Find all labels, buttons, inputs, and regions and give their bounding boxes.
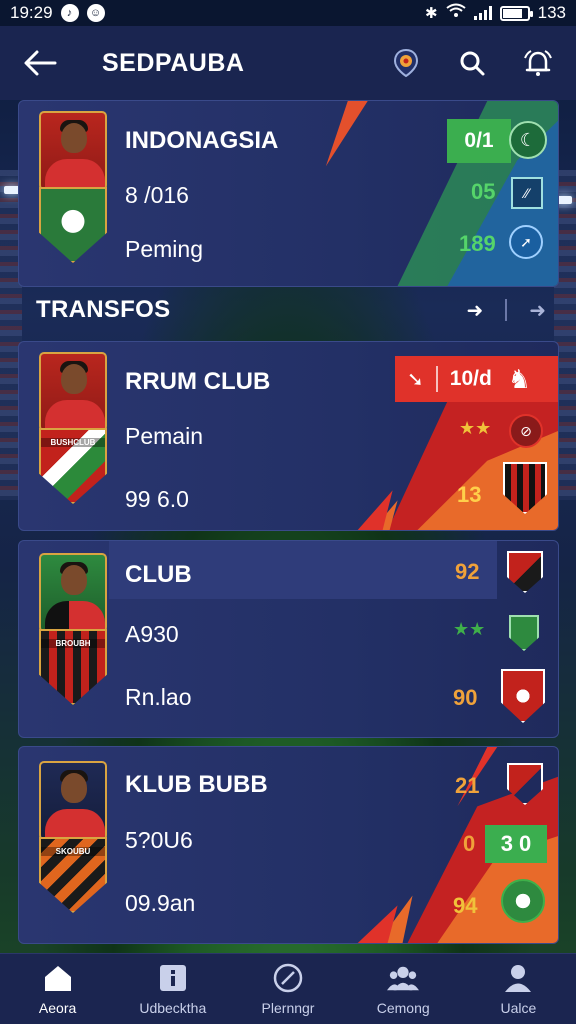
club-crest-mini-icon <box>509 615 539 651</box>
profile-icon <box>502 962 534 994</box>
horse-icon: ♞ <box>507 363 532 394</box>
player-portrait <box>39 352 107 434</box>
stat-value: 13 <box>457 482 482 507</box>
tab-label: Cemong <box>376 1000 430 1016</box>
tab-planning[interactable]: Plernngr <box>230 954 345 1024</box>
status-time: 19:29 <box>10 3 53 22</box>
club-crest-mini-icon <box>501 879 545 923</box>
stars-icon: ★★ <box>453 619 486 639</box>
search-button[interactable] <box>454 45 490 81</box>
tab-home[interactable]: Aeora <box>0 954 115 1024</box>
status-bar: 19:29 ♪ ☺ ✱ 133 <box>0 0 576 26</box>
player-code: 5?0U6 <box>125 827 193 853</box>
tab-label: Ualce <box>500 1000 537 1016</box>
transfer-card[interactable]: BROUBH CLUB A930 Rn.lao 92 ★★ 90 <box>18 540 559 738</box>
club-crest <box>39 187 107 263</box>
club-name: CLUB <box>125 561 192 588</box>
featured-player-card[interactable]: INDONAGSIA 8 /016 Peming 0/1 ☾ 05 ⁄⁄ 189… <box>18 100 559 287</box>
arrow-right-icon[interactable]: ➜ <box>466 298 483 323</box>
score-box: 0/1 <box>447 119 511 163</box>
home-icon <box>42 962 74 994</box>
section-header: TRANSFOS ➜ ➜ <box>36 296 546 324</box>
player-role: Pemain <box>125 423 203 449</box>
player-code: A930 <box>125 621 179 647</box>
club-name: KLUB BUBB <box>125 771 268 798</box>
stat-value: 189 <box>459 231 496 256</box>
bell-icon <box>524 50 552 76</box>
page-title: SEDPAUBA <box>102 48 245 77</box>
player-portrait <box>39 111 107 193</box>
trophy-pin-icon <box>393 48 419 78</box>
league-button[interactable] <box>388 45 424 81</box>
score-value: 0/1 <box>464 129 494 152</box>
back-button[interactable] <box>20 43 60 83</box>
tab-label: Udbecktha <box>139 1000 207 1016</box>
player-note: 09.9an <box>125 890 196 916</box>
tag-value: 10/d <box>449 367 492 390</box>
close-circle-icon <box>272 962 304 994</box>
stat-value: 92 <box>455 559 480 584</box>
transfer-card[interactable]: SKOUBU KLUB BUBB 5?0U6 09.9an 21 0 3 0 9… <box>18 746 559 944</box>
stat-value: 0 <box>463 831 476 856</box>
transfer-tag: ➘ 10/d ♞ <box>395 356 558 402</box>
club-crest-mini-icon <box>501 669 545 723</box>
next-page-icon[interactable]: ➜ <box>529 298 546 323</box>
stat-value: 90 <box>453 685 478 710</box>
stat-value: 94 <box>453 893 478 918</box>
player-stat-line: 8 /016 <box>125 182 189 208</box>
battery-icon <box>499 5 533 21</box>
player-role: Peming <box>125 236 203 262</box>
player-portrait <box>39 553 107 635</box>
player-portrait <box>39 761 107 843</box>
app-header: SEDPAUBA <box>0 26 576 100</box>
divider <box>505 299 508 321</box>
club-badge-icon: ⊘ <box>509 414 543 448</box>
wifi-icon <box>446 3 466 24</box>
tiktok-icon: ♪ <box>60 4 79 22</box>
club-crest: BROUBH <box>39 629 107 705</box>
info-icon <box>157 962 189 994</box>
tab-community[interactable]: Cemong <box>346 954 461 1024</box>
club-name: RRUM CLUB <box>125 368 271 395</box>
app-icon: ☺ <box>86 4 105 22</box>
tab-label: Aeora <box>38 1000 77 1016</box>
group-icon <box>387 962 420 994</box>
battery-percent: 133 <box>537 3 566 22</box>
bluetooth-icon: ✱ <box>425 5 438 22</box>
stars-icon: ★★ <box>459 418 492 438</box>
tab-label: Plernngr <box>261 1000 315 1016</box>
signal-icon <box>473 6 492 20</box>
transfer-value: 99 6.0 <box>125 486 189 512</box>
stat-value: 05 <box>471 179 496 204</box>
player-country: INDONAGSIA <box>125 127 279 154</box>
score-value: 3 0 <box>500 831 532 856</box>
chart-icon: ⁄⁄ <box>511 177 543 209</box>
search-icon <box>460 51 485 76</box>
club-badge-icon: ☾ <box>509 121 547 159</box>
tab-profile[interactable]: Ualce <box>461 954 576 1024</box>
score-box: 3 0 <box>485 825 547 863</box>
club-crest: BUSHCLUB <box>39 428 107 504</box>
transfer-card[interactable]: BUSHCLUB RRUM CLUB Pemain 99 6.0 ➘ 10/d … <box>18 341 559 531</box>
bottom-tab-bar: Aeora Udbecktha Plernngr Cemong Ualce <box>0 953 576 1024</box>
compass-icon: ➚ <box>509 225 543 259</box>
player-note: Rn.lao <box>125 684 192 710</box>
club-crest-mini-icon <box>507 551 543 593</box>
stat-value: 21 <box>455 773 480 798</box>
arrow-left-icon <box>24 50 57 76</box>
club-crest: SKOUBU <box>39 837 107 913</box>
notifications-button[interactable] <box>520 45 556 81</box>
transfer-arrow-icon: ➘ <box>407 368 424 391</box>
section-title: TRANSFOS <box>36 296 171 323</box>
tab-updates[interactable]: Udbecktha <box>115 954 230 1024</box>
